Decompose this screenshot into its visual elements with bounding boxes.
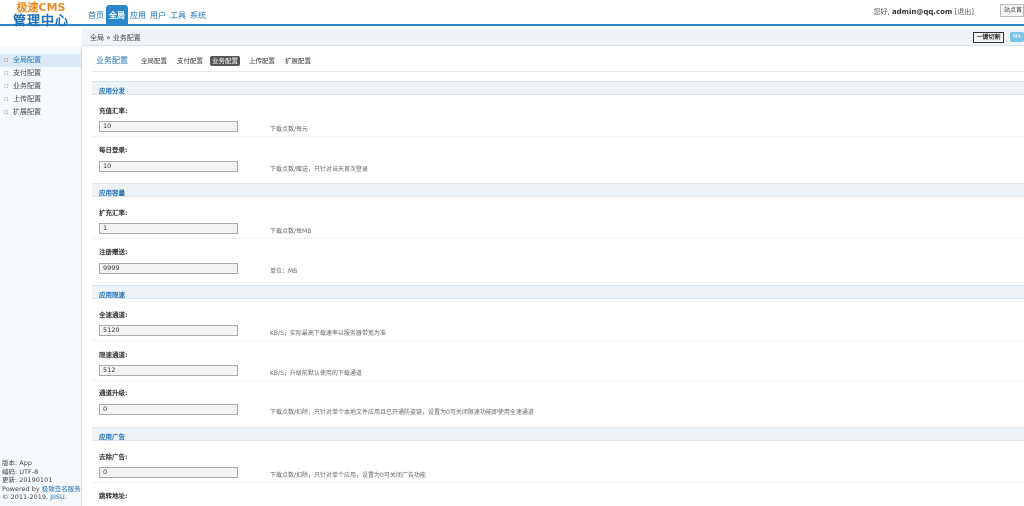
copyright-link[interactable]: JIISU. bbox=[50, 493, 67, 501]
tab-upload[interactable]: 上传配置 bbox=[247, 56, 277, 66]
field-label: 限速通道: bbox=[99, 351, 128, 359]
section-header: 应用容量 bbox=[92, 183, 1024, 197]
tab-global[interactable]: 全局配置 bbox=[139, 56, 169, 66]
field-hint: 下载点数/每MB bbox=[270, 228, 312, 235]
updated-text: 更新: 20190101 bbox=[2, 476, 53, 484]
logout-link[interactable]: [退出] bbox=[955, 8, 974, 16]
remove-ads-input[interactable]: 0 bbox=[99, 467, 238, 478]
field-label: 通道升级: bbox=[99, 389, 128, 397]
tab-payment[interactable]: 支付配置 bbox=[175, 56, 205, 66]
field-hint: KB/S，升级前默认使用的下载通道 bbox=[270, 370, 362, 377]
topnav-home[interactable]: 首页 bbox=[86, 5, 106, 26]
field-label: 每日登录: bbox=[99, 146, 128, 154]
field-label: 跳转地址: bbox=[99, 492, 128, 500]
recharge-rate-input[interactable]: 10 bbox=[99, 121, 238, 132]
field-label: 充值汇率: bbox=[99, 107, 128, 115]
tag-button[interactable]: MA bbox=[1010, 32, 1024, 42]
limited-speed-input[interactable]: 512 bbox=[99, 365, 238, 376]
field-hint: 下载点数/扣除，只针对单个本地文件应用且已开通防盗链，设置为0可关闭限速功能即使… bbox=[270, 409, 534, 416]
section-header: 应用广告 bbox=[92, 427, 1024, 441]
logo[interactable]: 极速CMS 管理中心 bbox=[0, 2, 82, 30]
top-header: 极速CMS 管理中心 首页 全局 应用 用户 工具 系统 您好, admin@q… bbox=[0, 0, 1024, 29]
field-label: 全速通道: bbox=[99, 311, 128, 319]
powered-by-link[interactable]: 极致签名服务 bbox=[42, 485, 81, 493]
topnav-apps[interactable]: 应用 bbox=[128, 5, 148, 26]
page-title: 业务配置 bbox=[96, 56, 128, 65]
user-info: 您好, admin@qq.com [退出] bbox=[873, 7, 974, 17]
field-hint: KB/S，实际最高下载速率以服务器带宽为准 bbox=[270, 330, 386, 337]
register-gift-input[interactable]: 9999 bbox=[99, 263, 238, 274]
username: admin@qq.com bbox=[891, 8, 953, 16]
field-label: 扩充汇率: bbox=[99, 209, 128, 217]
sidebar-item-global[interactable]: 全局配置 bbox=[0, 54, 81, 67]
topnav-global[interactable]: 全局 bbox=[106, 5, 128, 26]
field-hint: 单位：MB bbox=[270, 268, 298, 275]
copyright: © 2011-2019, JIISU. bbox=[2, 493, 67, 501]
logo-subtitle: 管理中心 bbox=[12, 14, 69, 29]
site-home-button[interactable]: 站点首页 bbox=[1000, 4, 1024, 17]
version-text: 版本: App bbox=[2, 459, 32, 467]
full-speed-input[interactable]: 5120 bbox=[99, 325, 238, 336]
sidebar-item-extension[interactable]: 扩展配置 bbox=[0, 106, 81, 119]
config-tabs: 业务配置 全局配置 支付配置 业务配置 上传配置 扩展配置 bbox=[92, 54, 1024, 68]
breadcrumb: 全局 » 业务配置 bbox=[90, 34, 141, 42]
clear-cache-button[interactable]: 一键切割 bbox=[973, 32, 1004, 43]
sidebar-item-payment[interactable]: 支付配置 bbox=[0, 67, 81, 80]
topnav-users[interactable]: 用户 bbox=[148, 5, 168, 26]
tab-extension[interactable]: 扩展配置 bbox=[283, 56, 313, 66]
daily-login-input[interactable]: 10 bbox=[99, 161, 238, 172]
field-label: 注册赠送: bbox=[99, 248, 128, 256]
section-header: 应用限速 bbox=[92, 285, 1024, 299]
channel-upgrade-input[interactable]: 0 bbox=[99, 404, 238, 415]
section-header: 应用分发 bbox=[92, 81, 1024, 95]
field-hint: 下载点数/扣除，只针对单个应用，设置为0可关闭广告功能 bbox=[270, 472, 426, 479]
sidebar-item-business[interactable]: 业务配置 bbox=[0, 80, 81, 93]
field-hint: 下载点数/赠送，只针对当天首次登录 bbox=[270, 166, 369, 173]
sidebar-item-upload[interactable]: 上传配置 bbox=[0, 93, 81, 106]
topnav-system[interactable]: 系统 bbox=[188, 5, 208, 26]
topnav-tools[interactable]: 工具 bbox=[168, 5, 188, 26]
field-hint: 下载点数/每元 bbox=[270, 126, 309, 133]
main-content: 业务配置 全局配置 支付配置 业务配置 上传配置 扩展配置 应用分发 充值汇率:… bbox=[92, 54, 1024, 500]
powered-by: Powered by 极致签名服务 bbox=[2, 484, 81, 493]
greeting: 您好, bbox=[873, 8, 890, 16]
sidebar-footer: 版本: App 编码: UTF-8 更新: 20190101 Powered b… bbox=[2, 459, 81, 502]
logo-brand: 极速CMS bbox=[16, 1, 66, 14]
encoding-text: 编码: UTF-8 bbox=[2, 467, 39, 476]
breadcrumb-bar: 全局 » 业务配置 一键切割 MA bbox=[82, 28, 1024, 46]
top-nav: 首页 全局 应用 用户 工具 系统 bbox=[86, 5, 208, 26]
expand-rate-input[interactable]: 1 bbox=[99, 223, 238, 234]
sidebar: 全局配置 支付配置 业务配置 上传配置 扩展配置 版本: App 编码: UTF… bbox=[0, 46, 82, 506]
tab-business[interactable]: 业务配置 bbox=[210, 56, 240, 66]
field-label: 去除广告: bbox=[99, 453, 128, 461]
